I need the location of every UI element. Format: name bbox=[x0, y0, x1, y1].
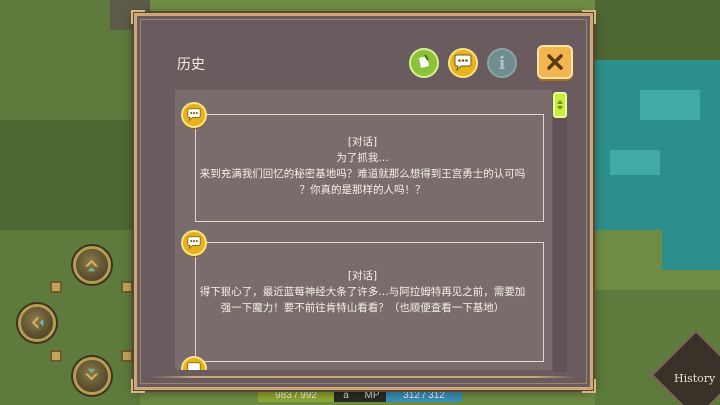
corner-ornament bbox=[582, 10, 596, 24]
chat-bubble-icon bbox=[181, 102, 207, 128]
list-item: [对话] 得下狠心了，最近蓝莓神经大条了许多…与阿拉姆特再见之前，需要加 强一下… bbox=[181, 230, 544, 362]
chevron-left-icon bbox=[32, 316, 44, 330]
entry-line: 来到充满我们回忆的秘密基地吗？难道就那么想得到王宫勇士的认可吗 bbox=[199, 168, 526, 180]
pad-corner-marker bbox=[121, 281, 133, 293]
entry-line: 得下狠心了，最近蓝莓神经大条了许多…与阿拉姆特再见之前，需要加 bbox=[199, 286, 526, 298]
list-item: [对话] 为了抓我… 来到充满我们回忆的秘密基地吗？难道就那么想得到王宫勇士的认… bbox=[181, 102, 544, 222]
info-icon: i bbox=[498, 52, 506, 74]
scrollbar-thumb[interactable] bbox=[553, 92, 567, 118]
pad-corner-marker bbox=[50, 281, 62, 293]
note-filter-button[interactable] bbox=[409, 48, 439, 78]
close-button[interactable] bbox=[537, 45, 573, 79]
mp-label: MP bbox=[358, 390, 386, 402]
history-list[interactable]: [对话] 为了抓我… 来到充满我们回忆的秘密基地吗？难道就那么想得到王宫勇士的认… bbox=[175, 90, 552, 370]
corner-ornament bbox=[131, 379, 145, 393]
note-icon bbox=[419, 54, 429, 68]
status-separator-label: a bbox=[334, 390, 358, 402]
entry-type-label: [对话] bbox=[347, 136, 378, 148]
entry-line: ？你真的是那样的人吗！？ bbox=[299, 184, 426, 196]
history-button-label[interactable]: History bbox=[674, 372, 715, 385]
scroll-up-arrow-icon bbox=[557, 100, 563, 104]
hp-value: 983 / 992 bbox=[258, 390, 334, 402]
move-left-button[interactable] bbox=[18, 304, 56, 342]
chat-bubble-icon bbox=[181, 230, 207, 256]
entry-line: 强一下魔力！要不前往肯特山看看？（也顺便查看一下基地） bbox=[220, 302, 505, 314]
divider bbox=[151, 376, 576, 378]
close-icon bbox=[547, 54, 563, 70]
move-down-button[interactable] bbox=[73, 357, 111, 395]
dialogue-filter-button[interactable] bbox=[448, 48, 478, 78]
info-filter-button[interactable]: i bbox=[487, 48, 517, 78]
corner-ornament bbox=[582, 379, 596, 393]
mp-value: 312 / 312 bbox=[386, 390, 462, 402]
chevron-up-icon bbox=[85, 260, 99, 272]
status-bar: 983 / 992 a MP 312 / 312 bbox=[258, 390, 462, 402]
dialog-title: 历史 bbox=[177, 57, 205, 73]
scroll-down-arrow-icon bbox=[557, 106, 563, 110]
pad-corner-marker bbox=[121, 350, 133, 362]
history-dialog: 历史 i [对话] 为了抓我… 来到充满我们回忆的秘密基地吗？难道就那么想得到王… bbox=[131, 10, 596, 393]
chat-bubble-icon bbox=[454, 54, 472, 72]
chevron-down-icon bbox=[85, 369, 99, 381]
scrollbar-track[interactable] bbox=[553, 92, 567, 372]
move-up-button[interactable] bbox=[73, 246, 111, 284]
corner-ornament bbox=[131, 10, 145, 24]
pad-corner-marker bbox=[50, 350, 62, 362]
entry-line: 为了抓我… bbox=[336, 152, 389, 164]
entry-type-label: [对话] bbox=[347, 270, 378, 282]
